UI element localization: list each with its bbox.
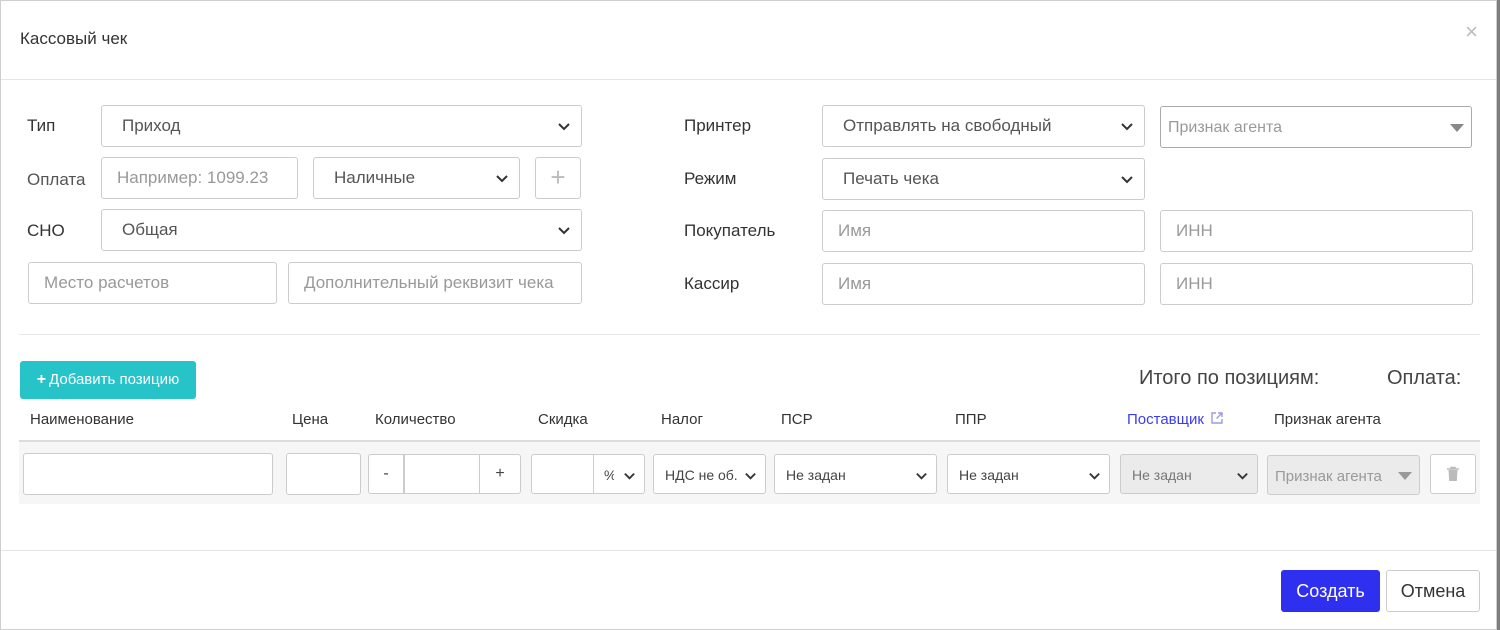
plus-icon: + [36, 371, 47, 388]
close-icon[interactable]: × [1465, 21, 1478, 43]
add-payment-button[interactable]: + [535, 157, 581, 199]
col-discount: Скидка [538, 411, 588, 428]
dialog-header: Кассовый чек × [1, 1, 1496, 80]
supplier-select: Не задан [1120, 454, 1258, 494]
caret-down-icon [1398, 472, 1412, 480]
col-quantity: Количество [375, 411, 456, 428]
quantity-increment-button[interactable]: + [479, 454, 521, 494]
cashier-name-input[interactable]: Имя [822, 263, 1145, 305]
position-price-input[interactable] [286, 453, 361, 495]
dialog-title: Кассовый чек [20, 29, 128, 48]
buyer-label: Покупатель [684, 221, 776, 240]
col-tax: Налог [661, 411, 703, 428]
position-name-input[interactable] [23, 453, 273, 495]
footer-divider [1, 550, 1496, 551]
agent-sign-select[interactable]: Признак агента [1160, 106, 1472, 148]
chevron-down-icon [1121, 123, 1133, 131]
payment-amount-input[interactable]: Например: 1099.23 [101, 157, 298, 199]
chevron-down-icon [1089, 472, 1100, 480]
cashier-label: Кассир [684, 274, 740, 293]
chevron-down-icon [558, 123, 570, 131]
payment-label: Оплата [27, 170, 86, 189]
col-price: Цена [292, 411, 329, 428]
sno-select[interactable]: Общая [101, 209, 582, 251]
position-agent-select: Признак агента [1267, 455, 1420, 495]
cancel-button[interactable]: Отмена [1386, 570, 1480, 612]
buyer-name-input[interactable]: Имя [822, 210, 1145, 252]
chevron-down-icon [496, 175, 508, 183]
chevron-down-icon [1121, 176, 1133, 184]
cashier-inn-input[interactable]: ИНН [1160, 263, 1473, 305]
chevron-down-icon [558, 227, 570, 235]
payment-total-label: Оплата: [1387, 367, 1462, 389]
col-name: Наименование [30, 411, 134, 428]
external-link-icon [1211, 412, 1223, 424]
ppr-select[interactable]: Не задан [947, 454, 1110, 494]
type-select[interactable]: Приход [101, 105, 582, 147]
quantity-input[interactable] [404, 454, 480, 494]
chevron-down-icon [624, 472, 635, 480]
positions-total-label: Итого по позициям: [1139, 367, 1320, 389]
col-ppr: ППР [955, 411, 987, 428]
section-divider [19, 334, 1480, 335]
col-psr: ПСР [781, 411, 813, 428]
discount-input[interactable] [531, 454, 594, 494]
col-supplier-link[interactable]: Поставщик [1127, 411, 1224, 428]
tax-select[interactable]: НДС не об. [653, 454, 766, 494]
extra-requisite-input[interactable]: Дополнительный реквизит чека [288, 262, 582, 304]
quantity-decrement-button[interactable]: - [368, 454, 404, 494]
trash-icon [1447, 466, 1459, 481]
chevron-down-icon [916, 472, 927, 480]
sno-label: СНО [27, 221, 65, 240]
create-button[interactable]: Создать [1281, 570, 1380, 612]
chevron-down-icon [745, 472, 756, 480]
psr-select[interactable]: Не задан [774, 454, 937, 494]
printer-select[interactable]: Отправлять на свободный [822, 105, 1145, 147]
col-agent: Признак агента [1274, 411, 1381, 428]
caret-down-icon [1450, 124, 1464, 132]
mode-select[interactable]: Печать чека [822, 158, 1145, 200]
settlement-place-input[interactable]: Место расчетов [28, 262, 277, 304]
discount-unit-select[interactable]: % [593, 454, 645, 494]
chevron-down-icon [1237, 472, 1248, 480]
add-position-button[interactable]: + Добавить позицию [20, 361, 196, 399]
receipt-dialog: Кассовый чек × Тип Приход Оплата Наприме… [0, 0, 1497, 630]
payment-method-select[interactable]: Наличные [313, 157, 520, 199]
printer-label: Принтер [684, 116, 752, 135]
mode-label: Режим [684, 169, 737, 188]
delete-position-button[interactable] [1430, 454, 1476, 494]
type-label: Тип [27, 116, 56, 135]
buyer-inn-input[interactable]: ИНН [1160, 210, 1473, 252]
